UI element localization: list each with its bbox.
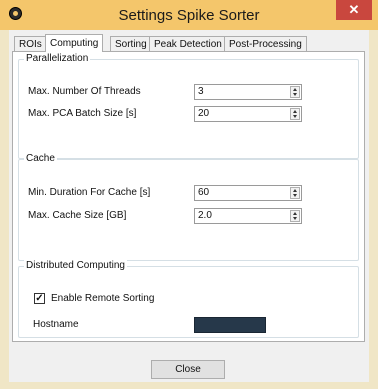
title-bar[interactable]: Settings Spike Sorter ✕ [0,0,378,30]
min-duration-cache-spinbox[interactable]: 60 [194,185,302,201]
max-cache-size-label: Max. Cache Size [GB] [28,210,127,221]
spin-arrows-icon[interactable] [290,187,300,199]
tab-post-processing[interactable]: Post-Processing [224,36,307,51]
tab-peak-detection[interactable]: Peak Detection [149,36,227,51]
pca-batch-size-label: Max. PCA Batch Size [s] [28,108,137,119]
close-icon: ✕ [348,2,360,17]
tab-computing[interactable]: Computing [45,34,104,52]
parallelization-group: Parallelization Max. Number Of Threads 3… [18,53,359,159]
max-cache-size-spinbox[interactable]: 2.0 [194,208,302,224]
min-duration-cache-label: Min. Duration For Cache [s] [28,187,151,198]
spin-arrows-icon[interactable] [290,210,300,222]
max-threads-label: Max. Number Of Threads [28,86,141,97]
spin-arrows-icon[interactable] [290,86,300,98]
computing-tab-panel: Parallelization Max. Number Of Threads 3… [12,51,365,342]
min-duration-cache-value: 60 [198,187,210,198]
pca-batch-size-value: 20 [198,108,210,119]
max-threads-spinbox[interactable]: 3 [194,84,302,100]
tab-sorting[interactable]: Sorting [110,36,152,51]
tab-rois[interactable]: ROIs [14,36,47,51]
hostname-label: Hostname [33,319,79,330]
parallelization-group-title: Parallelization [24,53,91,64]
max-threads-value: 3 [198,86,204,97]
cache-group: Cache Min. Duration For Cache [s] 60 Max… [18,153,359,261]
enable-remote-sorting-label[interactable]: Enable Remote Sorting [51,293,154,304]
window-close-button[interactable]: ✕ [336,0,372,20]
spin-arrows-icon[interactable] [290,108,300,120]
hostname-input[interactable] [194,317,266,333]
close-button[interactable]: Close [151,360,225,379]
enable-remote-sorting-checkbox[interactable]: ✓ [34,293,45,304]
window-title: Settings Spike Sorter [118,7,260,24]
checkmark-icon: ✓ [35,293,44,304]
distributed-computing-group: Distributed Computing ✓ Enable Remote So… [18,260,359,338]
distributed-computing-group-title: Distributed Computing [24,260,127,271]
max-cache-size-value: 2.0 [198,210,212,221]
cache-group-title: Cache [24,153,57,164]
pca-batch-size-spinbox[interactable]: 20 [194,106,302,122]
window-client: ROIs Computing Sorting Peak Detection Po… [9,30,369,382]
